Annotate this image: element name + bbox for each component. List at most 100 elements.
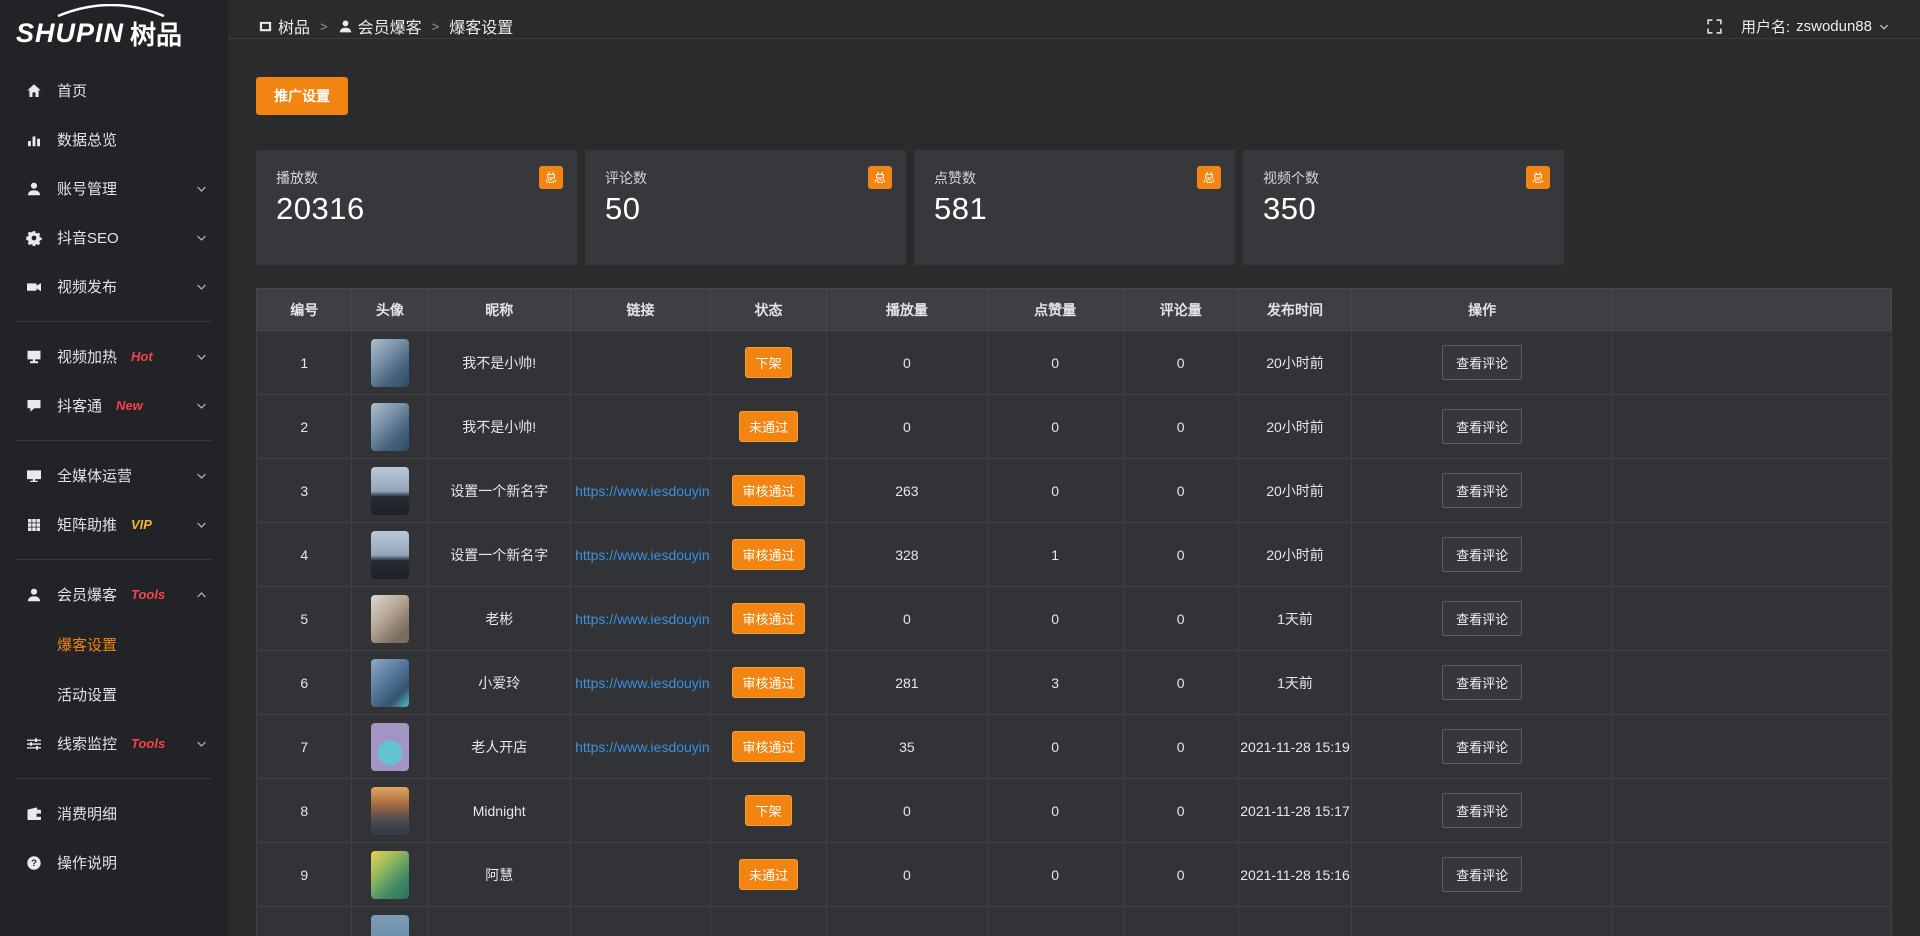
avatar [371,659,409,707]
total-badge: 总 [1197,166,1221,189]
sidebar-item-抖音SEO[interactable]: 抖音SEO [0,213,228,262]
sidebar-item-全媒体运营[interactable]: 全媒体运营 [0,451,228,500]
sidebar-item-数据总览[interactable]: 数据总览 [0,115,228,164]
view-comments-button[interactable]: 查看评论 [1442,857,1522,892]
cell-publish-time: 1天前 [1238,651,1351,715]
stat-card-评论数: 评论数50总 [585,150,906,265]
sidebar-subitem-爆客设置[interactable]: 爆客设置 [0,619,228,669]
sidebar-item-label: 抖音SEO [57,227,119,248]
cell-avatar [352,459,428,523]
video-link[interactable]: https://www.iesdouyin.c [575,611,710,627]
table-row: 5老彬https://www.iesdouyin.c审核通过0001天前查看评论 [257,587,1892,651]
status-badge: 下架 [745,795,791,826]
chevron-down-icon [195,231,208,244]
view-comments-button[interactable]: 查看评论 [1442,409,1522,444]
avatar [371,467,409,515]
sidebar-item-线索监控[interactable]: 线索监控Tools [0,719,228,768]
stat-card-value: 20316 [276,191,561,227]
view-comments-button[interactable]: 查看评论 [1442,729,1522,764]
view-comments-button[interactable]: 查看评论 [1442,665,1522,700]
video-link[interactable]: https://www.iesdouyin.c [575,675,710,691]
table-row: 7老人开店https://www.iesdouyin.c审核通过35002021… [257,715,1892,779]
sidebar-item-视频发布[interactable]: 视频发布 [0,262,228,311]
cell-likes: 0 [987,395,1123,459]
cell-link: https://www.iesdouyin.c [571,459,711,523]
sidebar-item-label: 视频加热 [57,346,117,367]
column-header-发布时间: 发布时间 [1238,289,1351,331]
sidebar: SHUPIN 树品 首页数据总览账号管理抖音SEO 视频发布视频加热Hot抖客通N… [0,0,228,936]
stat-card-点赞数: 点赞数581总 [914,150,1235,265]
cell-link: https://www.iesdouyin.c [571,651,711,715]
breadcrumb-label: 树品 [278,14,310,38]
view-comments-button[interactable]: 查看评论 [1442,345,1522,380]
video-link[interactable]: https://www.iesdouyin.c [575,483,710,499]
cell-avatar [352,587,428,651]
sidebar-item-会员爆客[interactable]: 会员爆客 Tools [0,570,228,619]
column-header-编号: 编号 [257,289,352,331]
topbar-right: 用户名: zswodun88 [1706,14,1890,37]
video-link[interactable]: https://www.iesdouyin.c [575,739,710,755]
sidebar-item-label: 全媒体运营 [57,465,132,486]
cell-likes: 0 [987,843,1123,907]
table-row: 9阿慧未通过0002021-11-28 15:16查看评论 [257,843,1892,907]
view-comments-button[interactable]: 查看评论 [1442,793,1522,828]
sidebar-item-消费明细[interactable]: 消费明细 [0,789,228,838]
cell-plays: 35 [827,715,988,779]
breadcrumb-item-树品[interactable]: 树品 [258,14,310,38]
app-logo[interactable]: SHUPIN 树品 [0,0,228,52]
cell-link [571,395,711,459]
home-icon [26,82,43,99]
chevron-down-icon [195,350,208,363]
cell-comments: 0 [1123,523,1238,587]
promo-settings-button[interactable]: 推广设置 [256,77,348,115]
cell-filler [1613,779,1892,843]
total-badge: 总 [539,166,563,189]
wallet-icon [26,805,43,822]
sidebar-subitem-活动设置[interactable]: 活动设置 [0,669,228,719]
grid-icon [26,516,43,533]
cell-publish-time: 2021-11-28 15:17 [1238,779,1351,843]
avatar [371,531,409,579]
video-link[interactable]: https://www.iesdouyin.c [575,547,710,563]
column-header-点赞量: 点赞量 [987,289,1123,331]
sidebar-item-抖客通[interactable]: 抖客通New [0,381,228,430]
column-header-状态: 状态 [710,289,826,331]
cell-action: 查看评论 [1352,523,1613,587]
cell-plays: 0 [827,843,988,907]
cell-status [710,907,826,936]
view-comments-button[interactable]: 查看评论 [1442,473,1522,508]
cell-likes: 0 [987,331,1123,395]
sidebar-item-label: 会员爆客 [57,584,117,605]
breadcrumb-item-会员爆客[interactable]: 会员爆客 [338,14,422,38]
cell-comments: 0 [1123,459,1238,523]
view-comments-button[interactable]: 查看评论 [1442,537,1522,572]
sidebar-item-账号管理[interactable]: 账号管理 [0,164,228,213]
sidebar-item-矩阵助推[interactable]: 矩阵助推VIP [0,500,228,549]
cell-comments: 0 [1123,587,1238,651]
sidebar-item-首页[interactable]: 首页 [0,66,228,115]
avatar [371,915,409,936]
sidebar-item-label: 抖客通 [57,395,102,416]
cell-nickname: 阿慧 [428,843,571,907]
stat-card-label: 播放数 [276,168,561,188]
sidebar-badge-Tools: Tools [131,587,165,602]
cell-publish-time: 20小时前 [1238,523,1351,587]
view-comments-button[interactable]: 查看评论 [1442,601,1522,636]
cell-publish-time [1238,907,1351,936]
cell-action: 查看评论 [1352,651,1613,715]
chevron-down-icon [195,399,208,412]
sidebar-item-视频加热[interactable]: 视频加热Hot [0,332,228,381]
gear-icon [26,229,43,246]
fullscreen-icon[interactable] [1706,18,1723,35]
table-header-row: 编号头像昵称链接状态播放量点赞量评论量发布时间操作 [257,289,1892,331]
cell-status: 未通过 [710,843,826,907]
table-row: 8Midnight下架0002021-11-28 15:17查看评论 [257,779,1892,843]
sidebar-divider [16,440,212,441]
column-header-链接: 链接 [571,289,711,331]
user-menu[interactable]: 用户名: zswodun88 [1741,16,1890,37]
sidebar-item-操作说明[interactable]: ?操作说明 [0,838,228,887]
stat-card-label: 视频个数 [1263,168,1548,188]
sidebar-item-label: 账号管理 [57,178,117,199]
cell-filler [1613,715,1892,779]
cell-id [257,907,352,936]
